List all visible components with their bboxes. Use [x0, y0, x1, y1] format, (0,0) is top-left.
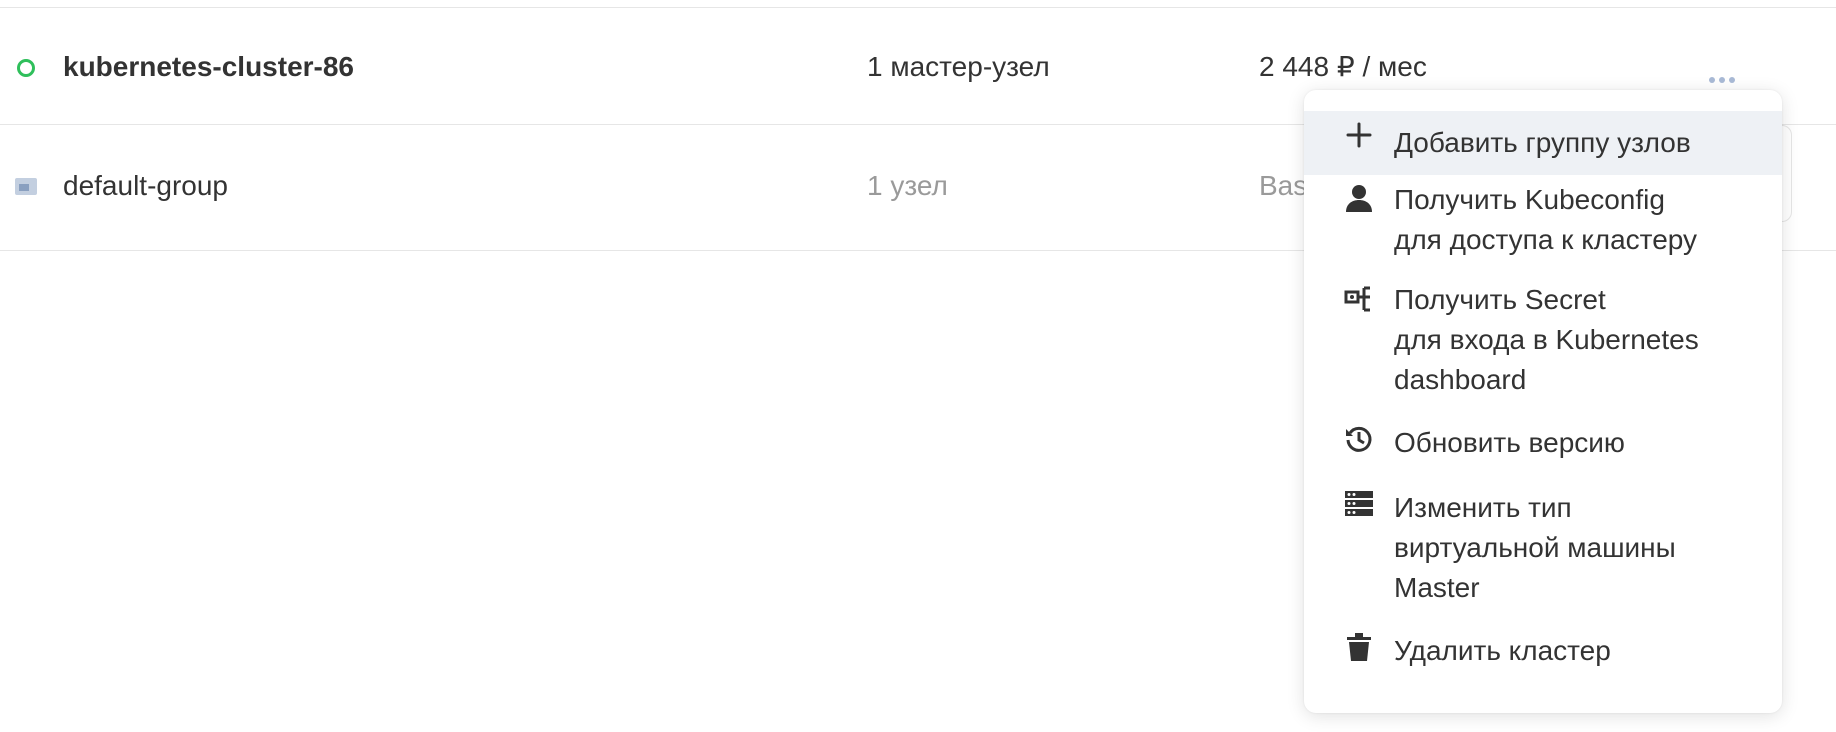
menu-item-get-kubeconfig[interactable]: Получить Kubeconfig для доступа к класте… [1304, 180, 1782, 280]
cluster-actions-menu: Добавить группу узлов Получить Kubeconfi… [1304, 90, 1782, 713]
menu-item-change-vm-type[interactable]: Изменить тип виртуальной машины Master [1304, 488, 1782, 626]
status-active-icon [17, 59, 35, 77]
node-group-name[interactable]: default-group [63, 169, 228, 203]
node-group-type: Bas [1259, 170, 1308, 201]
menu-item-label: Изменить тип виртуальной машины Master [1394, 492, 1676, 603]
plus-icon [1344, 120, 1374, 150]
menu-item-label: Добавить группу узлов [1394, 127, 1691, 158]
dot-icon [1729, 77, 1735, 83]
dot-icon [1719, 77, 1725, 83]
menu-item-label: Получить Secret для входа в Kubernetes d… [1394, 284, 1699, 395]
node-group-node-count: 1 узел [867, 170, 948, 201]
node-group-icon [15, 178, 37, 195]
menu-item-get-secret[interactable]: Получить Secret для входа в Kubernetes d… [1304, 280, 1782, 418]
menu-item-label: Удалить кластер [1394, 635, 1611, 666]
cluster-node-count: 1 мастер-узел [867, 51, 1050, 82]
trash-icon [1344, 632, 1374, 662]
more-actions-button[interactable] [1705, 68, 1739, 92]
menu-item-label: Получить Kubeconfig для доступа к класте… [1394, 184, 1698, 255]
cluster-name[interactable]: kubernetes-cluster-86 [63, 50, 354, 84]
user-icon [1344, 183, 1374, 213]
menu-item-add-node-group[interactable]: Добавить группу узлов [1304, 111, 1782, 175]
key-icon [1344, 283, 1374, 313]
menu-item-update-version[interactable]: Обновить версию [1304, 423, 1782, 483]
dot-icon [1709, 77, 1715, 83]
history-icon [1344, 424, 1374, 454]
menu-item-delete-cluster[interactable]: Удалить кластер [1304, 631, 1782, 691]
cluster-price: 2 448 ₽ / мес [1259, 51, 1427, 82]
menu-item-label: Обновить версию [1394, 427, 1625, 458]
server-icon [1344, 489, 1374, 519]
